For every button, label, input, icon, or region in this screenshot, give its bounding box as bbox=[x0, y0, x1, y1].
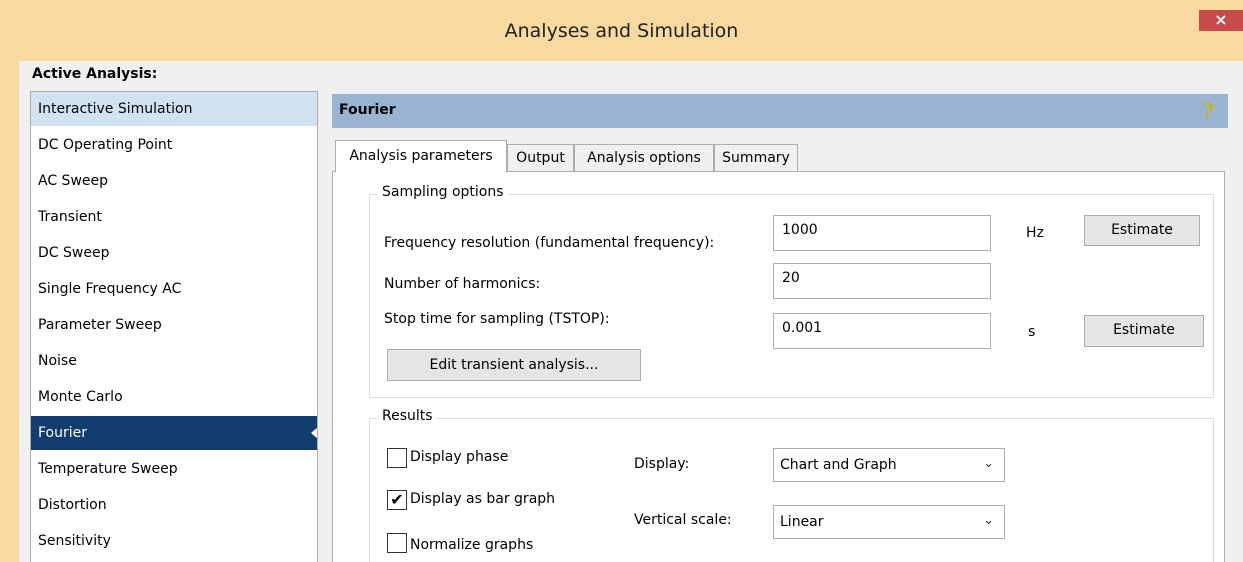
panel-title: Fourier bbox=[339, 102, 396, 118]
list-item[interactable]: Temperature Sweep bbox=[31, 452, 317, 486]
dialog-body: Active Analysis: Interactive Simulation … bbox=[19, 61, 1243, 562]
title-bar: Analyses and Simulation × bbox=[0, 0, 1243, 60]
list-item[interactable]: AC Sweep bbox=[31, 164, 317, 198]
check-icon: ✔ bbox=[390, 490, 404, 509]
tab-content: Sampling options Frequency resolution (f… bbox=[332, 171, 1225, 562]
results-title: Results bbox=[378, 408, 437, 424]
list-item[interactable]: Noise bbox=[31, 344, 317, 378]
close-button[interactable]: × bbox=[1199, 10, 1243, 31]
estimate-tstop-button[interactable]: Estimate bbox=[1084, 315, 1204, 347]
panel-header: Fourier ? bbox=[332, 94, 1228, 128]
results-group: Results Display phase ✔ Display as bar g… bbox=[369, 408, 1214, 562]
normalize-graphs-label: Normalize graphs bbox=[410, 537, 534, 553]
harmonics-label: Number of harmonics: bbox=[384, 276, 541, 292]
vertical-scale-select[interactable]: Linear ⌄ bbox=[773, 505, 1005, 539]
analysis-list[interactable]: Interactive Simulation DC Operating Poin… bbox=[30, 91, 318, 562]
frequency-resolution-field[interactable]: 1000 bbox=[773, 215, 991, 251]
list-item[interactable]: DC Sweep bbox=[31, 236, 317, 270]
chevron-down-icon: ⌄ bbox=[983, 513, 994, 528]
tstop-unit: s bbox=[1028, 324, 1036, 340]
active-analysis-label: Active Analysis: bbox=[32, 66, 158, 82]
chevron-down-icon: ⌄ bbox=[983, 456, 994, 471]
frequency-resolution-label: Frequency resolution (fundamental freque… bbox=[384, 235, 715, 251]
display-select[interactable]: Chart and Graph ⌄ bbox=[773, 448, 1005, 482]
display-phase-label: Display phase bbox=[410, 449, 509, 465]
estimate-frequency-button[interactable]: Estimate bbox=[1084, 215, 1200, 246]
display-label: Display: bbox=[634, 456, 690, 472]
selection-notch bbox=[311, 427, 317, 439]
tab-analysis-parameters[interactable]: Analysis parameters bbox=[335, 140, 507, 172]
list-item[interactable]: Sensitivity bbox=[31, 524, 317, 558]
tstop-label: Stop time for sampling (TSTOP): bbox=[384, 311, 610, 327]
help-icon[interactable]: ? bbox=[1202, 98, 1214, 122]
window-title: Analyses and Simulation bbox=[504, 20, 739, 42]
normalize-graphs-checkbox[interactable] bbox=[387, 533, 407, 553]
edit-transient-analysis-button[interactable]: Edit transient analysis... bbox=[387, 349, 641, 381]
list-item[interactable]: Distortion bbox=[31, 488, 317, 522]
harmonics-field[interactable]: 20 bbox=[773, 263, 991, 299]
tab-output[interactable]: Output bbox=[507, 144, 574, 172]
list-item[interactable]: Single Frequency AC bbox=[31, 272, 317, 306]
display-phase-checkbox[interactable] bbox=[387, 448, 407, 468]
frequency-unit: Hz bbox=[1026, 225, 1044, 241]
fourier-panel: Fourier ? Analysis parameters Output Ana… bbox=[332, 94, 1228, 562]
tab-analysis-options[interactable]: Analysis options bbox=[574, 144, 714, 172]
list-item[interactable]: Fourier bbox=[31, 416, 317, 450]
list-item[interactable]: DC Operating Point bbox=[31, 128, 317, 162]
display-bar-graph-checkbox[interactable]: ✔ bbox=[387, 490, 407, 510]
close-icon: × bbox=[1214, 10, 1228, 29]
tab-summary[interactable]: Summary bbox=[714, 144, 798, 172]
sampling-options-group: Sampling options Frequency resolution (f… bbox=[369, 184, 1214, 398]
list-item[interactable]: Interactive Simulation bbox=[31, 92, 317, 126]
tstop-field[interactable]: 0.001 bbox=[773, 313, 991, 349]
list-item[interactable]: Monte Carlo bbox=[31, 380, 317, 414]
display-bar-graph-label: Display as bar graph bbox=[410, 491, 556, 507]
list-item[interactable]: Parameter Sweep bbox=[31, 308, 317, 342]
vertical-scale-label: Vertical scale: bbox=[634, 512, 732, 528]
list-item[interactable]: Transient bbox=[31, 200, 317, 234]
sampling-options-title: Sampling options bbox=[378, 184, 508, 200]
